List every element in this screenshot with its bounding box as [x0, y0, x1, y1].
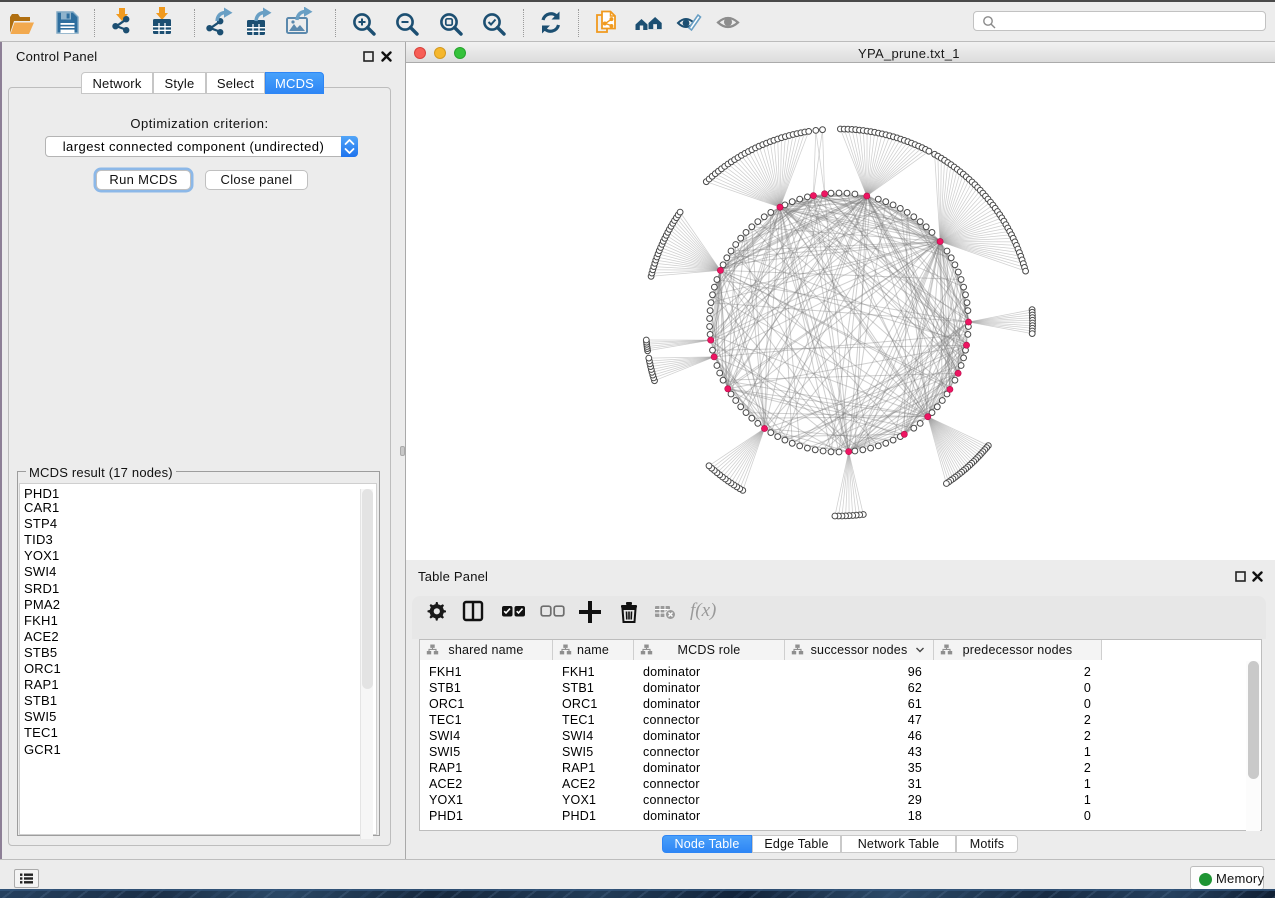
svg-text:f(x): f(x) [690, 600, 716, 621]
